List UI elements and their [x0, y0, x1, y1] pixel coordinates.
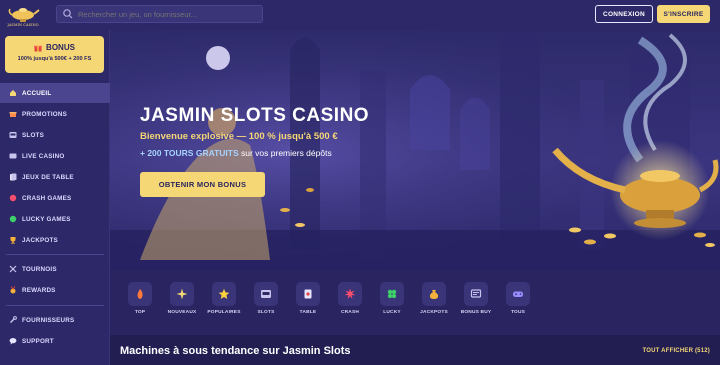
rocket-icon — [8, 194, 17, 203]
chat-icon — [8, 337, 17, 346]
sidebar-item-providers[interactable]: FOURNISSEURS — [0, 310, 110, 330]
sidebar-item-label: REWARDS — [22, 286, 56, 294]
free-spins-highlight: + 200 TOURS GRATUITS — [140, 148, 239, 158]
sidebar-item-lucky-games[interactable]: LUCKY GAMES — [0, 209, 110, 229]
sparkle-icon — [170, 282, 194, 306]
sidebar-item-label: JEUX DE TABLE — [22, 173, 74, 181]
category-slots[interactable]: SLOTS — [245, 282, 287, 315]
sidebar-item-tournaments[interactable]: TOURNOIS — [0, 259, 110, 279]
search-bar[interactable] — [56, 5, 263, 23]
category-bar: TOP NOUVEAUX POPULAIRES SLOTS TABLE CRAS… — [110, 270, 720, 335]
category-popular[interactable]: POPULAIRES — [203, 282, 245, 315]
sidebar-item-label: FOURNISSEURS — [22, 316, 75, 324]
trending-title: Machines à sous tendance sur Jasmin Slot… — [120, 345, 351, 357]
category-jackpots[interactable]: JACKPOTS — [413, 282, 455, 315]
sidebar-item-table-games[interactable]: JEUX DE TABLE — [0, 167, 110, 187]
category-label: POPULAIRES — [207, 310, 241, 315]
sidebar-item-accueil[interactable]: ACCUEIL — [0, 83, 110, 103]
category-new[interactable]: NOUVEAUX — [161, 282, 203, 315]
genie-lamp-logo-icon — [8, 8, 40, 22]
get-bonus-button[interactable]: OBTENIR MON BONUS — [140, 172, 265, 197]
sidebar-item-label: LUCKY GAMES — [22, 215, 71, 223]
logo-text: JASMIN CASINO — [7, 23, 39, 27]
view-all-link[interactable]: TOUT AFFICHER (512) — [643, 348, 710, 354]
clover-icon — [380, 282, 404, 306]
trophy-icon — [8, 236, 17, 245]
hero-tagline: Bienvenue explosive — 100 % jusqu'à 500 … — [140, 131, 338, 142]
category-bonus-buy[interactable]: BONUS BUY — [455, 282, 497, 315]
slot-machine-icon — [8, 131, 17, 140]
cards-icon — [8, 173, 17, 182]
category-label: LUCKY — [383, 310, 401, 315]
hero-banner: JASMIN SLOTS CASINO Bienvenue explosive … — [110, 30, 720, 270]
trending-section-header: Machines à sous tendance sur Jasmin Slot… — [110, 335, 720, 365]
crossed-swords-icon — [8, 265, 17, 274]
sidebar-item-label: JACKPOTS — [22, 236, 58, 244]
sidebar-item-live-casino[interactable]: LIVE CASINO — [0, 146, 110, 166]
category-label: TOP — [134, 310, 146, 315]
category-label: BONUS BUY — [460, 310, 492, 315]
cards-icon — [296, 282, 320, 306]
sidebar-item-label: PROMOTIONS — [22, 110, 68, 118]
category-label: NOUVEAUX — [167, 310, 197, 315]
logo[interactable]: JASMIN CASINO — [6, 3, 40, 27]
hero-subtagline: + 200 TOURS GRATUITS sur vos premiers dé… — [140, 148, 332, 158]
slot-machine-icon — [254, 282, 278, 306]
sidebar-item-jackpots[interactable]: JACKPOTS — [0, 230, 110, 250]
sidebar-item-label: SUPPORT — [22, 337, 54, 345]
wrench-icon — [8, 316, 17, 325]
category-crash[interactable]: CRASH — [329, 282, 371, 315]
bonus-title: BONUS — [46, 43, 75, 52]
sidebar-item-label: TOURNOIS — [22, 265, 57, 273]
flame-icon — [128, 282, 152, 306]
sidebar: BONUS 100% jusqu'à 500€ + 200 FS ACCUEIL… — [0, 30, 110, 365]
sidebar-item-label: LIVE CASINO — [22, 152, 65, 160]
star-icon — [212, 282, 236, 306]
gamepad-icon — [506, 282, 530, 306]
category-label: CRASH — [340, 310, 360, 315]
hero-subtagline-text: sur vos premiers dépôts — [238, 148, 332, 158]
bonus-subtitle: 100% jusqu'à 500€ + 200 FS — [17, 56, 92, 62]
cart-icon — [464, 282, 488, 306]
bonus-card[interactable]: BONUS 100% jusqu'à 500€ + 200 FS — [5, 36, 104, 73]
medal-icon — [8, 286, 17, 295]
clover-icon — [8, 215, 17, 224]
top-bar: JASMIN CASINO CONNEXION S'INSCRIRE — [0, 0, 720, 30]
sidebar-divider — [6, 254, 104, 255]
sidebar-item-label: CRASH GAMES — [22, 194, 72, 202]
hero-title: JASMIN SLOTS CASINO — [140, 105, 370, 126]
gift-icon — [8, 110, 17, 119]
sidebar-divider — [6, 305, 104, 306]
sidebar-item-promotions[interactable]: PROMOTIONS — [0, 104, 110, 124]
sidebar-item-label: SLOTS — [22, 131, 44, 139]
search-icon — [63, 9, 73, 19]
sidebar-item-label: ACCUEIL — [22, 89, 52, 97]
category-label: JACKPOTS — [420, 310, 448, 315]
search-input[interactable] — [78, 9, 262, 19]
login-button[interactable]: CONNEXION — [595, 5, 653, 23]
home-icon — [8, 89, 17, 98]
sidebar-item-support[interactable]: SUPPORT — [0, 331, 110, 351]
category-label: TABLE — [299, 310, 317, 315]
explosion-icon — [338, 282, 362, 306]
money-bag-icon — [422, 282, 446, 306]
category-all[interactable]: TOUS — [497, 282, 539, 315]
tv-icon — [8, 152, 17, 161]
gift-icon — [34, 45, 43, 51]
category-top[interactable]: TOP — [119, 282, 161, 315]
sidebar-item-crash-games[interactable]: CRASH GAMES — [0, 188, 110, 208]
category-lucky[interactable]: LUCKY — [371, 282, 413, 315]
signup-button[interactable]: S'INSCRIRE — [657, 5, 710, 23]
sidebar-item-rewards[interactable]: REWARDS — [0, 280, 110, 300]
sidebar-item-slots[interactable]: SLOTS — [0, 125, 110, 145]
category-table[interactable]: TABLE — [287, 282, 329, 315]
category-label: TOUS — [510, 310, 526, 315]
category-label: SLOTS — [257, 310, 275, 315]
